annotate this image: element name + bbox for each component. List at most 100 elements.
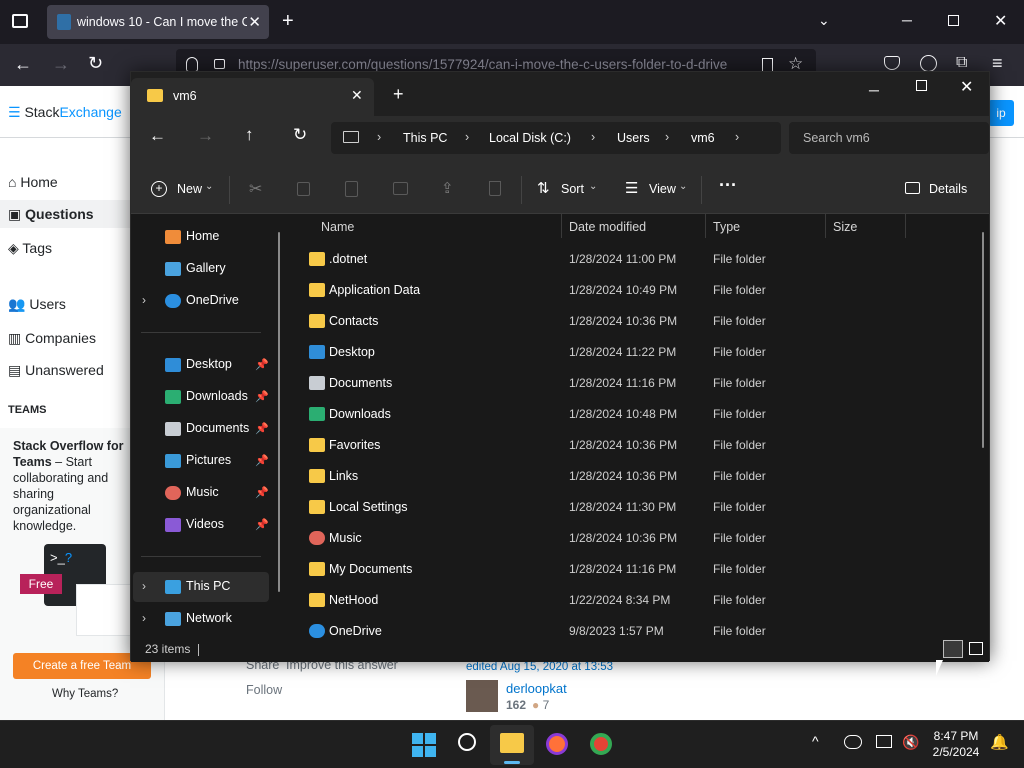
chevron-right-icon[interactable]: › <box>142 293 146 307</box>
chevron-up-icon[interactable]: ^ <box>812 733 819 749</box>
edited-timestamp[interactable]: edited Aug 15, 2020 at 13:53 <box>466 661 613 673</box>
reload-icon[interactable]: ↻ <box>88 53 103 74</box>
column-separator[interactable] <box>561 214 562 238</box>
nav-companies[interactable]: ▥ Companies <box>8 330 96 347</box>
rename-icon[interactable] <box>393 182 408 195</box>
nav-item-network[interactable]: › Network <box>131 604 271 634</box>
column-name[interactable]: Name <box>321 220 354 234</box>
sign-up-button[interactable]: ip <box>988 100 1014 126</box>
column-separator[interactable] <box>825 214 826 238</box>
breadcrumb-users[interactable]: Users <box>617 131 650 145</box>
close-window-icon[interactable]: ✕ <box>994 11 1007 31</box>
file-row[interactable]: NetHood 1/22/2024 8:34 PM File folder <box>289 585 979 616</box>
network-icon[interactable] <box>876 735 892 748</box>
pin-icon[interactable]: 📌 <box>255 358 269 371</box>
close-tab-icon[interactable]: ✕ <box>351 87 363 104</box>
column-type[interactable]: Type <box>713 220 740 234</box>
pin-icon[interactable]: 📌 <box>255 390 269 403</box>
lock-icon[interactable] <box>214 59 225 69</box>
forward-icon[interactable]: → <box>52 54 70 75</box>
nav-item-pictures[interactable]: Pictures 📌 <box>131 446 271 476</box>
close-window-icon[interactable]: ✕ <box>960 77 973 97</box>
details-button[interactable]: Details <box>929 182 967 196</box>
close-tab-icon[interactable]: ✕ <box>248 13 261 31</box>
nav-tags[interactable]: ◈ Tags <box>8 240 52 257</box>
notification-bell-icon[interactable]: 🔔 <box>990 733 1009 751</box>
start-icon[interactable] <box>412 733 436 757</box>
minimize-icon[interactable]: ─ <box>902 12 912 28</box>
pin-icon[interactable]: 📌 <box>255 422 269 435</box>
user-name-link[interactable]: derloopkat <box>506 681 567 696</box>
file-row[interactable]: My Documents 1/28/2024 11:16 PM File folde… <box>289 554 979 585</box>
pin-icon[interactable]: 📌 <box>255 454 269 467</box>
pocket-icon[interactable] <box>884 56 900 70</box>
breadcrumb-local-disk[interactable]: Local Disk (C:) <box>489 131 571 145</box>
account-icon[interactable] <box>920 55 937 72</box>
nav-item-onedrive[interactable]: › OneDrive <box>131 286 271 316</box>
maximize-icon[interactable] <box>916 80 927 91</box>
minimize-icon[interactable]: ─ <box>869 82 879 98</box>
shield-icon[interactable] <box>186 57 198 72</box>
nav-item-home[interactable]: Home <box>131 222 271 252</box>
file-row[interactable]: Downloads 1/28/2024 10:48 PM File folder <box>289 399 979 430</box>
nav-item-music[interactable]: Music 📌 <box>131 478 271 508</box>
file-row[interactable]: Local Settings 1/28/2024 11:30 PM File fol… <box>289 492 979 523</box>
file-row[interactable]: Desktop 1/28/2024 11:22 PM File folder <box>289 337 979 368</box>
file-row[interactable]: Music 1/28/2024 10:36 PM File folder <box>289 523 979 554</box>
copy-icon[interactable] <box>297 182 310 196</box>
chrome-icon[interactable] <box>590 733 612 755</box>
menu-icon[interactable]: ≡ <box>992 53 1003 74</box>
tiles-view-icon[interactable] <box>969 642 983 655</box>
tab-list-icon[interactable] <box>12 14 28 28</box>
file-row[interactable]: Documents 1/28/2024 11:16 PM File folder <box>289 368 979 399</box>
view-button[interactable]: View <box>649 182 676 196</box>
address-bar[interactable]: › This PC › Local Disk (C:) › Users › vm… <box>331 122 781 154</box>
nav-scrollbar[interactable] <box>278 232 280 592</box>
reader-view-icon[interactable] <box>762 58 773 72</box>
file-row[interactable]: OneDrive 9/8/2023 1:57 PM File folder <box>289 616 979 638</box>
onedrive-offline-icon[interactable] <box>844 735 862 749</box>
nav-item-desktop[interactable]: Desktop 📌 <box>131 350 271 380</box>
file-row[interactable]: Application Data 1/28/2024 10:49 PM File f… <box>289 275 979 306</box>
breadcrumb-this-pc[interactable]: This PC <box>403 131 447 145</box>
breadcrumb-expand-icon[interactable]: › <box>735 130 739 144</box>
file-list-scrollbar[interactable] <box>982 232 984 448</box>
clock[interactable]: 8:47 PM 2/5/2024 <box>928 729 984 759</box>
restore-icon[interactable] <box>948 15 959 26</box>
column-date[interactable]: Date modified <box>569 220 646 234</box>
search-box[interactable]: Search vm6 <box>789 122 989 154</box>
extensions-icon[interactable]: ⧉ <box>956 54 967 72</box>
nav-item-this-pc[interactable]: › This PC <box>133 572 269 602</box>
paste-icon[interactable] <box>345 181 358 197</box>
stackexchange-logo[interactable]: ☰ StackExchange <box>8 104 122 121</box>
avatar[interactable] <box>466 680 498 712</box>
refresh-icon[interactable]: ↻ <box>293 125 307 145</box>
browser-tab[interactable]: windows 10 - Can I move the C ✕ <box>47 5 269 39</box>
new-button[interactable]: New <box>177 182 202 196</box>
search-icon[interactable] <box>458 733 476 751</box>
more-options-icon[interactable]: ··· <box>719 175 737 196</box>
pin-icon[interactable]: 📌 <box>255 518 269 531</box>
file-row[interactable]: .dotnet 1/28/2024 11:00 PM File folder <box>289 244 979 275</box>
nav-home[interactable]: ⌂ Home <box>8 174 58 190</box>
sort-button[interactable]: Sort <box>561 182 584 196</box>
why-teams-link[interactable]: Why Teams? <box>52 688 118 700</box>
new-tab-icon[interactable]: + <box>393 84 404 105</box>
share-icon[interactable]: ⇪ <box>441 179 454 197</box>
nav-unanswered[interactable]: ▤ Unanswered <box>8 362 104 379</box>
nav-item-downloads[interactable]: Downloads 📌 <box>131 382 271 412</box>
delete-icon[interactable] <box>489 181 501 196</box>
nav-item-videos[interactable]: Videos 📌 <box>131 510 271 540</box>
nav-item-gallery[interactable]: Gallery <box>131 254 271 284</box>
follow-link[interactable]: Follow <box>246 683 282 697</box>
explorer-tab[interactable]: vm6 ✕ <box>131 78 374 116</box>
firefox-icon[interactable] <box>546 733 568 755</box>
back-icon[interactable]: ← <box>14 54 32 75</box>
back-icon[interactable]: ← <box>149 126 166 146</box>
nav-questions[interactable]: ▣ Questions <box>8 206 94 223</box>
nav-users[interactable]: 👥 Users <box>8 296 66 313</box>
details-view-icon[interactable] <box>943 640 963 658</box>
file-row[interactable]: Favorites 1/28/2024 10:36 PM File folder <box>289 430 979 461</box>
nav-item-documents[interactable]: Documents 📌 <box>131 414 271 444</box>
chevron-right-icon[interactable]: › <box>142 611 146 625</box>
